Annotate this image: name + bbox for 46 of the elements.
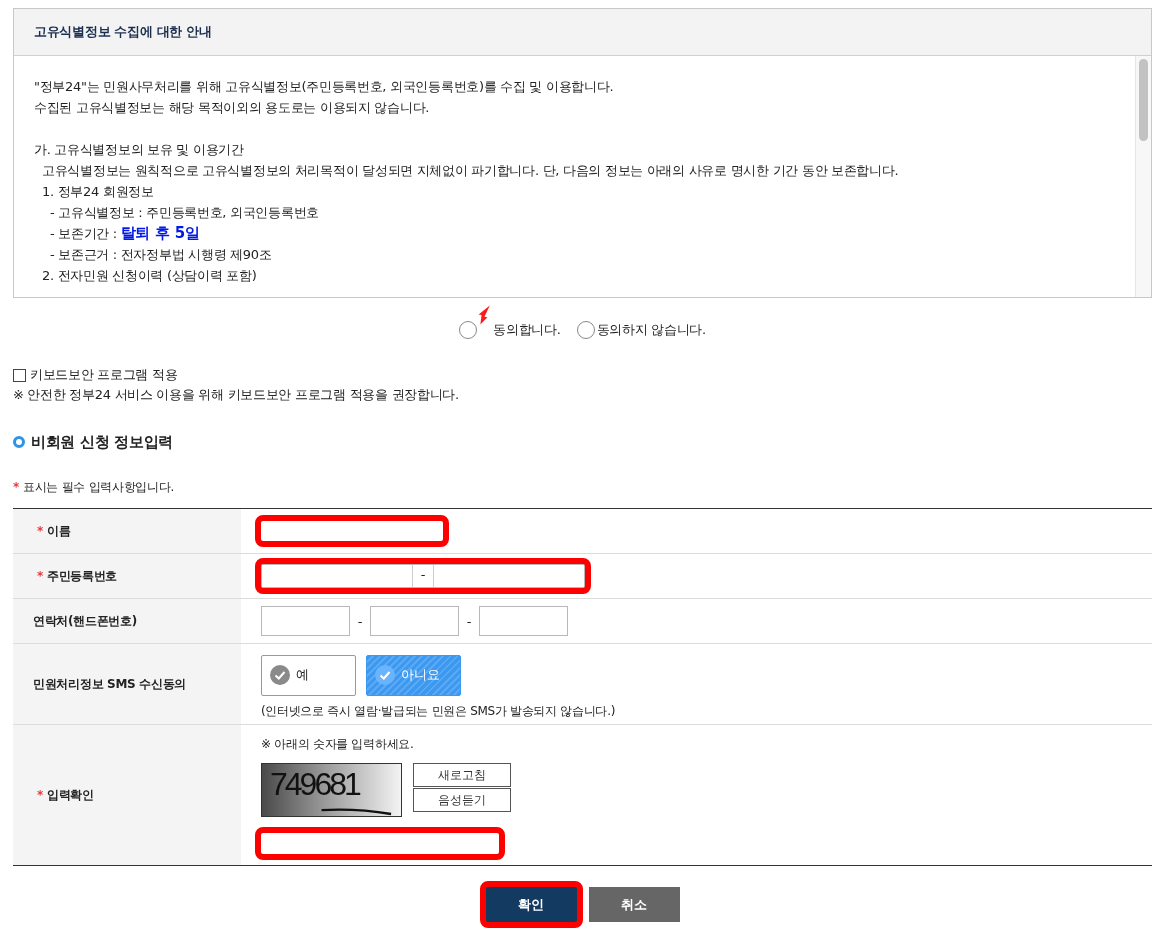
section-title: 비회원 신청 정보입력 [31, 432, 174, 452]
captcha-image: 749681 [261, 763, 402, 817]
radio-button[interactable] [576, 321, 595, 339]
check-icon [375, 665, 395, 685]
confirm-button[interactable]: 확인 [485, 887, 577, 922]
scroll-thumb[interactable] [1139, 59, 1148, 141]
radio-button[interactable] [459, 321, 478, 339]
captcha-button[interactable]: 새로고침 [413, 763, 511, 787]
choice-button[interactable]: 예 [261, 654, 356, 696]
field-label: 입력확인 [47, 786, 94, 804]
notice-line: 1. 정부24 회원정보 [41, 183, 155, 201]
notice-line: - 보존근거 : 전자정부법 시행령 제90조 [49, 246, 273, 264]
cancel-button[interactable]: 취소 [588, 887, 680, 922]
security-note: ※ 안전한 정부24 서비스 이용을 위해 키보드보안 프로그램 적용을 권장합니다. [13, 386, 460, 404]
required-note: 표시는 필수 입력사항입니다. [23, 478, 174, 496]
field-label: 주민등록번호 [47, 567, 118, 585]
ring-icon [13, 436, 25, 448]
sms-note: (인터넷으로 즉시 열람·발급되는 민원은 SMS가 발송되지 않습니다.) [261, 702, 617, 720]
notice-line: 고유식별정보는 원칙적으로 고유식별정보의 처리목적이 달성되면 지체없이 파기합니다. 단, 다음의 정보는 아래의 사유로 명시한 기간 동안 보존합니다. [41, 162, 900, 180]
notice-line: 2. 전자민원 신청이력 (상담이력 포함) [41, 267, 258, 285]
scrollbar[interactable] [1135, 56, 1151, 297]
captcha-instruction: ※ 아래의 숫자를 입력하세요. [261, 736, 415, 753]
input-field[interactable] [479, 606, 568, 636]
required-mark: * [37, 524, 43, 538]
checkbox-label: 키보드보안 프로그램 적용 [30, 366, 178, 384]
checkbox[interactable] [13, 368, 26, 382]
notice-title: 고유식별정보 수집에 대한 안내 [34, 23, 212, 41]
required-mark: * [37, 788, 43, 802]
captcha-button[interactable]: 음성듣기 [413, 788, 511, 812]
required-mark: * [13, 480, 19, 494]
notice-line: - 보존기간 : 탈퇴 후 5일 [49, 223, 201, 244]
field-label: 연락처(핸드폰번호) [33, 612, 137, 630]
input-field[interactable] [370, 606, 459, 636]
radio-label: 동의합니다. [493, 321, 561, 339]
field-label: 이름 [47, 522, 71, 540]
notice-line: "정부24"는 민원사무처리를 위해 고유식별정보(주민등록번호, 외국인등록번호)를 수집 및 이용합니다. [34, 78, 615, 96]
radio-label: 동의하지 않습니다. [596, 321, 706, 339]
required-mark: * [37, 569, 43, 583]
separator: - [465, 613, 473, 629]
check-icon [270, 665, 290, 685]
field-label: 민원처리정보 SMS 수신동의 [33, 675, 187, 693]
input-field[interactable] [261, 606, 350, 636]
notice-line: 수집된 고유식별정보는 해당 목적이외의 용도로는 이용되지 않습니다. [34, 99, 431, 117]
separator: - [356, 613, 364, 629]
notice-line: - 고유식별정보 : 주민등록번호, 외국인등록번호 [49, 204, 320, 222]
notice-line: 가. 고유식별정보의 보유 및 이용기간 [34, 141, 245, 159]
